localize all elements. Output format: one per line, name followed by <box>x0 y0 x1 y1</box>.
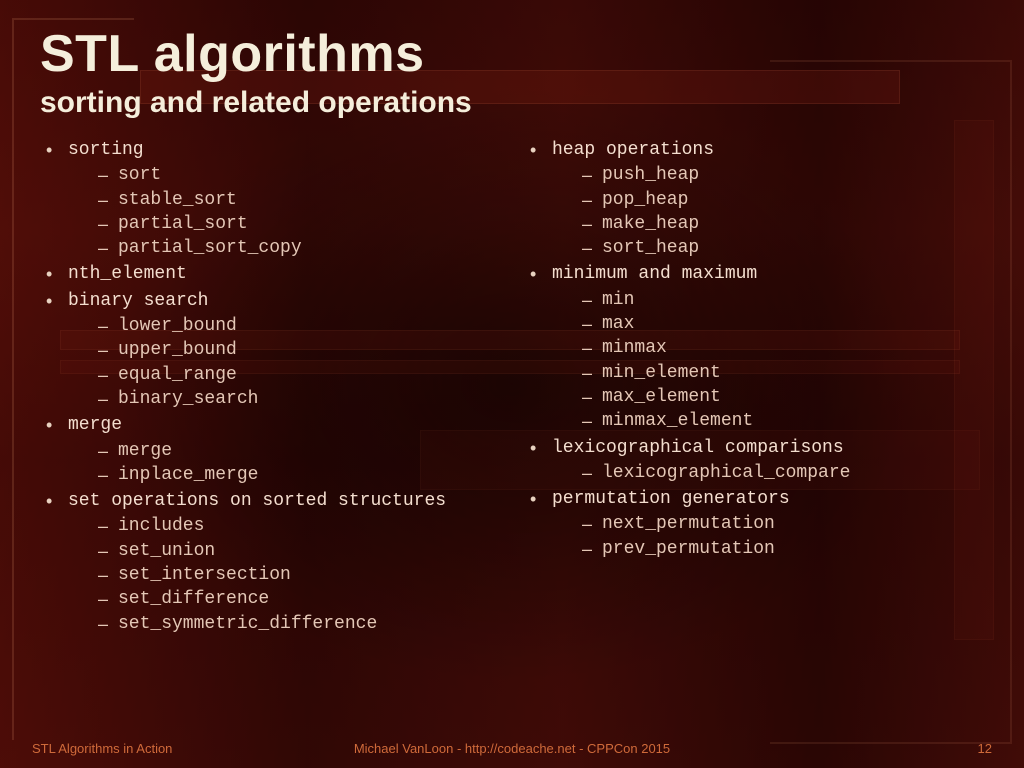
sub-item: push_heap <box>578 163 984 187</box>
sub-item: lower_bound <box>94 314 500 338</box>
sub-item: prev_permutation <box>578 537 984 561</box>
sub-item: sort <box>94 163 500 187</box>
item-label: set operations on sorted structures <box>68 491 446 511</box>
slide-footer: STL Algorithms in Action Michael VanLoon… <box>0 741 1024 756</box>
sub-item: next_permutation <box>578 512 984 536</box>
sub-item: set_intersection <box>94 563 500 587</box>
content-columns: sorting sort stable_sort partial_sort pa… <box>40 138 984 638</box>
sub-item: stable_sort <box>94 188 500 212</box>
sub-item: min_element <box>578 361 984 385</box>
item-label: permutation generators <box>552 489 790 509</box>
sub-item: pop_heap <box>578 188 984 212</box>
sub-item: inplace_merge <box>94 463 500 487</box>
item-label: minimum and maximum <box>552 264 757 284</box>
list-item: set operations on sorted structures incl… <box>40 489 500 636</box>
list-item: binary search lower_bound upper_bound eq… <box>40 289 500 411</box>
item-label: lexicographical comparisons <box>552 438 844 458</box>
sub-item: minmax <box>578 336 984 360</box>
list-item: nth_element <box>40 262 500 286</box>
sub-item: lexicographical_compare <box>578 461 984 485</box>
sub-item: partial_sort_copy <box>94 236 500 260</box>
sub-item: min <box>578 288 984 312</box>
slide-subtitle: sorting and related operations <box>40 86 984 120</box>
slide: STL algorithms sorting and related opera… <box>0 0 1024 768</box>
list-item: heap operations push_heap pop_heap make_… <box>524 138 984 260</box>
sub-item: make_heap <box>578 212 984 236</box>
sub-item: minmax_element <box>578 409 984 433</box>
list-item: merge merge inplace_merge <box>40 413 500 487</box>
sub-item: set_difference <box>94 587 500 611</box>
sub-item: sort_heap <box>578 236 984 260</box>
list-item: minimum and maximum min max minmax min_e… <box>524 262 984 433</box>
sub-item: set_symmetric_difference <box>94 612 500 636</box>
sub-item: equal_range <box>94 363 500 387</box>
sub-item: upper_bound <box>94 338 500 362</box>
sub-item: binary_search <box>94 387 500 411</box>
sub-item: merge <box>94 439 500 463</box>
sub-item: partial_sort <box>94 212 500 236</box>
sub-item: max_element <box>578 385 984 409</box>
column-right: heap operations push_heap pop_heap make_… <box>524 138 984 638</box>
list-item: sorting sort stable_sort partial_sort pa… <box>40 138 500 260</box>
slide-title: STL algorithms <box>40 24 984 84</box>
item-label: nth_element <box>68 264 187 284</box>
item-label: sorting <box>68 140 144 160</box>
item-label: merge <box>68 415 122 435</box>
list-item: permutation generators next_permutation … <box>524 487 984 561</box>
sub-item: includes <box>94 514 500 538</box>
item-label: heap operations <box>552 140 714 160</box>
sub-item: max <box>578 312 984 336</box>
column-left: sorting sort stable_sort partial_sort pa… <box>40 138 500 638</box>
sub-item: set_union <box>94 539 500 563</box>
item-label: binary search <box>68 291 208 311</box>
footer-center: Michael VanLoon - http://codeache.net - … <box>0 741 1024 756</box>
list-item: lexicographical comparisons lexicographi… <box>524 436 984 486</box>
